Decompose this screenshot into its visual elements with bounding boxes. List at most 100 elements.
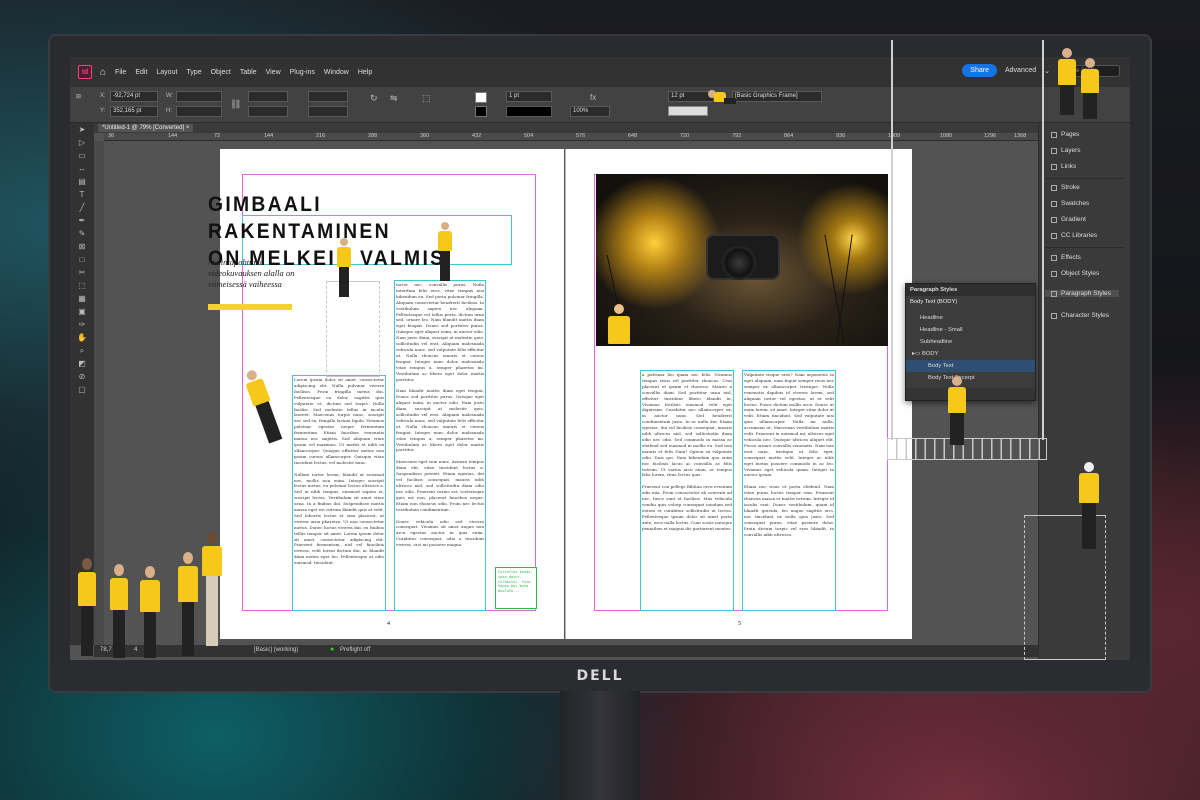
panel-gradient[interactable]: Gradient: [1051, 216, 1086, 223]
panel-stroke[interactable]: Stroke: [1051, 184, 1080, 191]
free-transform-icon[interactable]: ⬚: [70, 279, 94, 292]
style-item[interactable]: Subheadline: [906, 336, 1035, 348]
chevron-down-icon[interactable]: ⌄: [1044, 67, 1050, 75]
scissors-icon[interactable]: ✂: [70, 266, 94, 279]
selection-tool-icon[interactable]: ➤: [70, 123, 94, 136]
direct-selection-icon[interactable]: ▷: [70, 136, 94, 149]
panel-pages[interactable]: Pages: [1051, 131, 1079, 138]
stroke-weight-field[interactable]: 1 pt: [506, 91, 552, 102]
gap-tool-icon[interactable]: ↔: [70, 162, 94, 175]
menu-type[interactable]: Type: [186, 69, 201, 76]
panel-effects[interactable]: Effects: [1051, 254, 1081, 261]
menu-help[interactable]: Help: [358, 69, 372, 76]
close-icon[interactable]: ×: [186, 125, 190, 131]
reference-point-icon[interactable]: ⊞: [76, 93, 81, 100]
menu-object[interactable]: Object: [211, 69, 231, 76]
panel-layers[interactable]: Layers: [1051, 147, 1081, 154]
pencil-tool-icon[interactable]: ✎: [70, 227, 94, 240]
style-group-body[interactable]: ▸▭ BODY: [906, 348, 1035, 360]
x-label: X:: [100, 93, 106, 99]
style-item[interactable]: Headline - Small: [906, 324, 1035, 336]
page-number-left: 4: [387, 621, 390, 627]
panel-footer: [906, 388, 1035, 400]
style-item[interactable]: Body Text Excerpt: [906, 372, 1035, 384]
menu-view[interactable]: View: [266, 69, 281, 76]
page-field[interactable]: 4: [134, 647, 137, 653]
scale-x-field[interactable]: [248, 91, 288, 102]
rectangle-frame-icon[interactable]: ⊠: [70, 240, 94, 253]
fx-icon[interactable]: fx: [590, 93, 596, 102]
cc-libraries-icon: [1051, 232, 1057, 239]
constrain-proportions-icon[interactable]: ⛓: [230, 99, 241, 110]
stroke-type-select[interactable]: [506, 106, 552, 117]
style-item[interactable]: Headline: [906, 312, 1035, 324]
opacity-field[interactable]: 100%: [570, 106, 610, 117]
menu-table[interactable]: Table: [240, 69, 257, 76]
page-number-right: 5: [738, 621, 741, 627]
style-item-selected[interactable]: Body Text: [906, 360, 1035, 372]
menu-layout[interactable]: Layout: [156, 69, 177, 76]
ruler-mark: 720: [680, 133, 690, 139]
character-styles-icon: [1051, 312, 1057, 319]
home-icon[interactable]: ⌂: [100, 67, 106, 78]
page-tool-icon[interactable]: ▭: [70, 149, 94, 162]
stroke-swatch[interactable]: [475, 106, 487, 117]
monitor-stand: [560, 691, 640, 800]
width-field[interactable]: [176, 91, 222, 102]
panel-object-styles[interactable]: Object Styles: [1051, 270, 1099, 277]
apply-none-icon[interactable]: ⊘: [70, 370, 94, 383]
menu-edit[interactable]: Edit: [135, 69, 147, 76]
panel-label: Object Styles: [1061, 270, 1100, 277]
type-tool-icon[interactable]: T: [70, 188, 94, 201]
line-tool-icon[interactable]: ╱: [70, 201, 94, 214]
body-paragraph: Nullam tortor lorem, blandit at euismod …: [294, 471, 384, 566]
shear-field[interactable]: [308, 106, 348, 117]
worker-figure: [706, 88, 736, 118]
height-field[interactable]: [176, 106, 222, 117]
menu-plugins[interactable]: Plug-ins: [290, 69, 315, 76]
lead-paragraph[interactable]: Avaintapahtuma videokuvauksen alalla on …: [208, 257, 298, 290]
select-container-icon[interactable]: ⬚: [422, 93, 431, 104]
fill-swatch[interactable]: [475, 92, 487, 103]
y-position-field[interactable]: 352,165 pt: [110, 106, 158, 117]
panel-swatches[interactable]: Swatches: [1051, 200, 1089, 207]
body-paragraph: tortor nec, convallis purus. Nulla inter…: [396, 282, 484, 382]
text-wrap-swatch[interactable]: [668, 106, 708, 116]
panel-character-styles[interactable]: Character Styles: [1051, 312, 1109, 319]
worker-figure: [436, 222, 454, 282]
working-style[interactable]: [Basic] (working): [254, 647, 298, 653]
spine-divider: [565, 149, 566, 639]
pen-tool-icon[interactable]: ✒: [70, 214, 94, 227]
worker-figure: [336, 238, 352, 298]
panel-cc-libraries[interactable]: CC Libraries: [1051, 232, 1097, 239]
panel-links[interactable]: Links: [1051, 163, 1076, 170]
x-position-field[interactable]: -92,724 pt: [110, 91, 158, 102]
hand-tool-icon[interactable]: ✋: [70, 331, 94, 344]
platform-cable: [1042, 40, 1044, 440]
text-column: Vulputate risque eros? Nam arpenetus ta …: [744, 372, 834, 609]
scale-y-field[interactable]: [248, 106, 288, 117]
layers-icon: [1051, 147, 1057, 154]
panel-title[interactable]: Paragraph Styles: [906, 284, 1035, 296]
panel-paragraph-styles[interactable]: Paragraph Styles: [1045, 290, 1119, 297]
rotate-icon[interactable]: ↻: [370, 93, 378, 104]
flip-icon[interactable]: ⇋: [390, 93, 398, 104]
gradient-icon[interactable]: ▦: [70, 292, 94, 305]
preflight-status[interactable]: Preflight off: [340, 647, 370, 653]
zoom-tool-icon[interactable]: ⌕: [70, 344, 94, 357]
rectangle-tool-icon[interactable]: □: [70, 253, 94, 266]
menu-window[interactable]: Window: [324, 69, 349, 76]
eyedropper-icon[interactable]: ✑: [70, 318, 94, 331]
screen-mode-icon[interactable]: ▢: [70, 383, 94, 396]
menu-file[interactable]: File: [115, 69, 126, 76]
note-tool-icon[interactable]: ▣: [70, 305, 94, 318]
document-tab[interactable]: *Untitled-1 @ 79% [Converted] ×: [98, 124, 194, 132]
rotation-field[interactable]: [308, 91, 348, 102]
share-button[interactable]: Share: [962, 64, 997, 77]
fill-stroke-icon[interactable]: ◩: [70, 357, 94, 370]
ruler-mark: 1080: [940, 133, 953, 139]
sticky-note[interactable]: Curtaflex kenas, ipsa datur. Curabitur. …: [495, 567, 537, 609]
content-collector-icon[interactable]: ▤: [70, 175, 94, 188]
object-style-select[interactable]: [Basic Graphics Frame]: [732, 91, 822, 102]
workspace-switcher[interactable]: Advanced: [1005, 67, 1036, 74]
